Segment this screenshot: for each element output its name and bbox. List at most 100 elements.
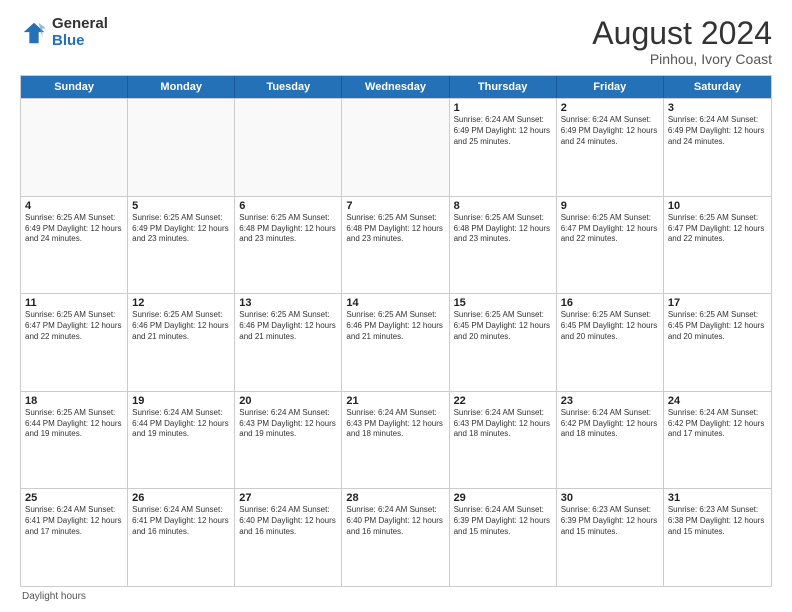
calendar-row-0: 1Sunrise: 6:24 AM Sunset: 6:49 PM Daylig…	[21, 98, 771, 196]
day-number: 12	[132, 297, 230, 309]
day-info: Sunrise: 6:24 AM Sunset: 6:49 PM Dayligh…	[668, 115, 767, 147]
logo-icon	[20, 19, 48, 47]
calendar-cell: 3Sunrise: 6:24 AM Sunset: 6:49 PM Daylig…	[664, 99, 771, 196]
day-number: 1	[454, 102, 552, 114]
calendar-cell: 28Sunrise: 6:24 AM Sunset: 6:40 PM Dayli…	[342, 489, 449, 586]
main-title: August 2024	[592, 16, 772, 51]
calendar-cell: 26Sunrise: 6:24 AM Sunset: 6:41 PM Dayli…	[128, 489, 235, 586]
day-info: Sunrise: 6:24 AM Sunset: 6:49 PM Dayligh…	[454, 115, 552, 147]
day-info: Sunrise: 6:24 AM Sunset: 6:42 PM Dayligh…	[561, 408, 659, 440]
calendar-cell: 17Sunrise: 6:25 AM Sunset: 6:45 PM Dayli…	[664, 294, 771, 391]
calendar-cell: 16Sunrise: 6:25 AM Sunset: 6:45 PM Dayli…	[557, 294, 664, 391]
day-number: 24	[668, 395, 767, 407]
subtitle: Pinhou, Ivory Coast	[592, 51, 772, 67]
day-info: Sunrise: 6:24 AM Sunset: 6:40 PM Dayligh…	[239, 505, 337, 537]
day-info: Sunrise: 6:25 AM Sunset: 6:47 PM Dayligh…	[668, 213, 767, 245]
day-info: Sunrise: 6:25 AM Sunset: 6:47 PM Dayligh…	[561, 213, 659, 245]
day-number: 18	[25, 395, 123, 407]
calendar-cell: 21Sunrise: 6:24 AM Sunset: 6:43 PM Dayli…	[342, 392, 449, 489]
calendar-cell: 11Sunrise: 6:25 AM Sunset: 6:47 PM Dayli…	[21, 294, 128, 391]
day-info: Sunrise: 6:24 AM Sunset: 6:43 PM Dayligh…	[454, 408, 552, 440]
logo: General Blue	[20, 16, 108, 49]
calendar-cell: 30Sunrise: 6:23 AM Sunset: 6:39 PM Dayli…	[557, 489, 664, 586]
day-number: 15	[454, 297, 552, 309]
calendar-cell: 2Sunrise: 6:24 AM Sunset: 6:49 PM Daylig…	[557, 99, 664, 196]
day-number: 30	[561, 492, 659, 504]
day-info: Sunrise: 6:25 AM Sunset: 6:49 PM Dayligh…	[132, 213, 230, 245]
day-info: Sunrise: 6:25 AM Sunset: 6:47 PM Dayligh…	[25, 310, 123, 342]
day-info: Sunrise: 6:25 AM Sunset: 6:49 PM Dayligh…	[25, 213, 123, 245]
day-info: Sunrise: 6:24 AM Sunset: 6:43 PM Dayligh…	[239, 408, 337, 440]
calendar-cell	[128, 99, 235, 196]
header: General Blue August 2024 Pinhou, Ivory C…	[20, 16, 772, 67]
calendar-cell: 9Sunrise: 6:25 AM Sunset: 6:47 PM Daylig…	[557, 197, 664, 294]
day-number: 10	[668, 200, 767, 212]
day-number: 9	[561, 200, 659, 212]
calendar-cell: 25Sunrise: 6:24 AM Sunset: 6:41 PM Dayli…	[21, 489, 128, 586]
day-number: 3	[668, 102, 767, 114]
footer-note: Daylight hours	[20, 591, 772, 602]
header-wednesday: Wednesday	[342, 76, 449, 98]
day-number: 22	[454, 395, 552, 407]
calendar-cell: 22Sunrise: 6:24 AM Sunset: 6:43 PM Dayli…	[450, 392, 557, 489]
day-info: Sunrise: 6:24 AM Sunset: 6:49 PM Dayligh…	[561, 115, 659, 147]
title-block: August 2024 Pinhou, Ivory Coast	[592, 16, 772, 67]
calendar-cell	[235, 99, 342, 196]
calendar-cell	[21, 99, 128, 196]
calendar-cell: 8Sunrise: 6:25 AM Sunset: 6:48 PM Daylig…	[450, 197, 557, 294]
calendar-cell: 6Sunrise: 6:25 AM Sunset: 6:48 PM Daylig…	[235, 197, 342, 294]
day-info: Sunrise: 6:25 AM Sunset: 6:45 PM Dayligh…	[561, 310, 659, 342]
calendar-row-1: 4Sunrise: 6:25 AM Sunset: 6:49 PM Daylig…	[21, 196, 771, 294]
calendar-cell: 27Sunrise: 6:24 AM Sunset: 6:40 PM Dayli…	[235, 489, 342, 586]
calendar-row-3: 18Sunrise: 6:25 AM Sunset: 6:44 PM Dayli…	[21, 391, 771, 489]
day-number: 6	[239, 200, 337, 212]
day-info: Sunrise: 6:24 AM Sunset: 6:42 PM Dayligh…	[668, 408, 767, 440]
calendar-row-2: 11Sunrise: 6:25 AM Sunset: 6:47 PM Dayli…	[21, 293, 771, 391]
day-number: 7	[346, 200, 444, 212]
calendar-cell: 15Sunrise: 6:25 AM Sunset: 6:45 PM Dayli…	[450, 294, 557, 391]
calendar-cell: 1Sunrise: 6:24 AM Sunset: 6:49 PM Daylig…	[450, 99, 557, 196]
calendar-cell: 4Sunrise: 6:25 AM Sunset: 6:49 PM Daylig…	[21, 197, 128, 294]
calendar-cell: 29Sunrise: 6:24 AM Sunset: 6:39 PM Dayli…	[450, 489, 557, 586]
day-number: 20	[239, 395, 337, 407]
calendar-cell	[342, 99, 449, 196]
calendar-cell: 7Sunrise: 6:25 AM Sunset: 6:48 PM Daylig…	[342, 197, 449, 294]
day-info: Sunrise: 6:23 AM Sunset: 6:39 PM Dayligh…	[561, 505, 659, 537]
day-number: 4	[25, 200, 123, 212]
day-number: 2	[561, 102, 659, 114]
logo-text: General Blue	[52, 16, 108, 49]
day-number: 17	[668, 297, 767, 309]
day-number: 26	[132, 492, 230, 504]
day-number: 27	[239, 492, 337, 504]
day-info: Sunrise: 6:24 AM Sunset: 6:40 PM Dayligh…	[346, 505, 444, 537]
day-number: 19	[132, 395, 230, 407]
calendar-cell: 31Sunrise: 6:23 AM Sunset: 6:38 PM Dayli…	[664, 489, 771, 586]
header-sunday: Sunday	[21, 76, 128, 98]
calendar-cell: 19Sunrise: 6:24 AM Sunset: 6:44 PM Dayli…	[128, 392, 235, 489]
calendar-cell: 14Sunrise: 6:25 AM Sunset: 6:46 PM Dayli…	[342, 294, 449, 391]
calendar-cell: 18Sunrise: 6:25 AM Sunset: 6:44 PM Dayli…	[21, 392, 128, 489]
day-info: Sunrise: 6:25 AM Sunset: 6:48 PM Dayligh…	[346, 213, 444, 245]
day-number: 21	[346, 395, 444, 407]
day-info: Sunrise: 6:25 AM Sunset: 6:48 PM Dayligh…	[454, 213, 552, 245]
day-number: 16	[561, 297, 659, 309]
day-number: 23	[561, 395, 659, 407]
logo-blue: Blue	[52, 33, 108, 50]
calendar-cell: 13Sunrise: 6:25 AM Sunset: 6:46 PM Dayli…	[235, 294, 342, 391]
day-number: 13	[239, 297, 337, 309]
calendar-row-4: 25Sunrise: 6:24 AM Sunset: 6:41 PM Dayli…	[21, 488, 771, 586]
calendar-cell: 24Sunrise: 6:24 AM Sunset: 6:42 PM Dayli…	[664, 392, 771, 489]
calendar-header: Sunday Monday Tuesday Wednesday Thursday…	[21, 76, 771, 98]
day-number: 8	[454, 200, 552, 212]
day-number: 29	[454, 492, 552, 504]
day-info: Sunrise: 6:25 AM Sunset: 6:45 PM Dayligh…	[668, 310, 767, 342]
day-number: 14	[346, 297, 444, 309]
day-number: 5	[132, 200, 230, 212]
day-info: Sunrise: 6:24 AM Sunset: 6:43 PM Dayligh…	[346, 408, 444, 440]
calendar: Sunday Monday Tuesday Wednesday Thursday…	[20, 75, 772, 587]
day-info: Sunrise: 6:24 AM Sunset: 6:39 PM Dayligh…	[454, 505, 552, 537]
header-friday: Friday	[557, 76, 664, 98]
day-info: Sunrise: 6:25 AM Sunset: 6:45 PM Dayligh…	[454, 310, 552, 342]
header-saturday: Saturday	[664, 76, 771, 98]
header-tuesday: Tuesday	[235, 76, 342, 98]
